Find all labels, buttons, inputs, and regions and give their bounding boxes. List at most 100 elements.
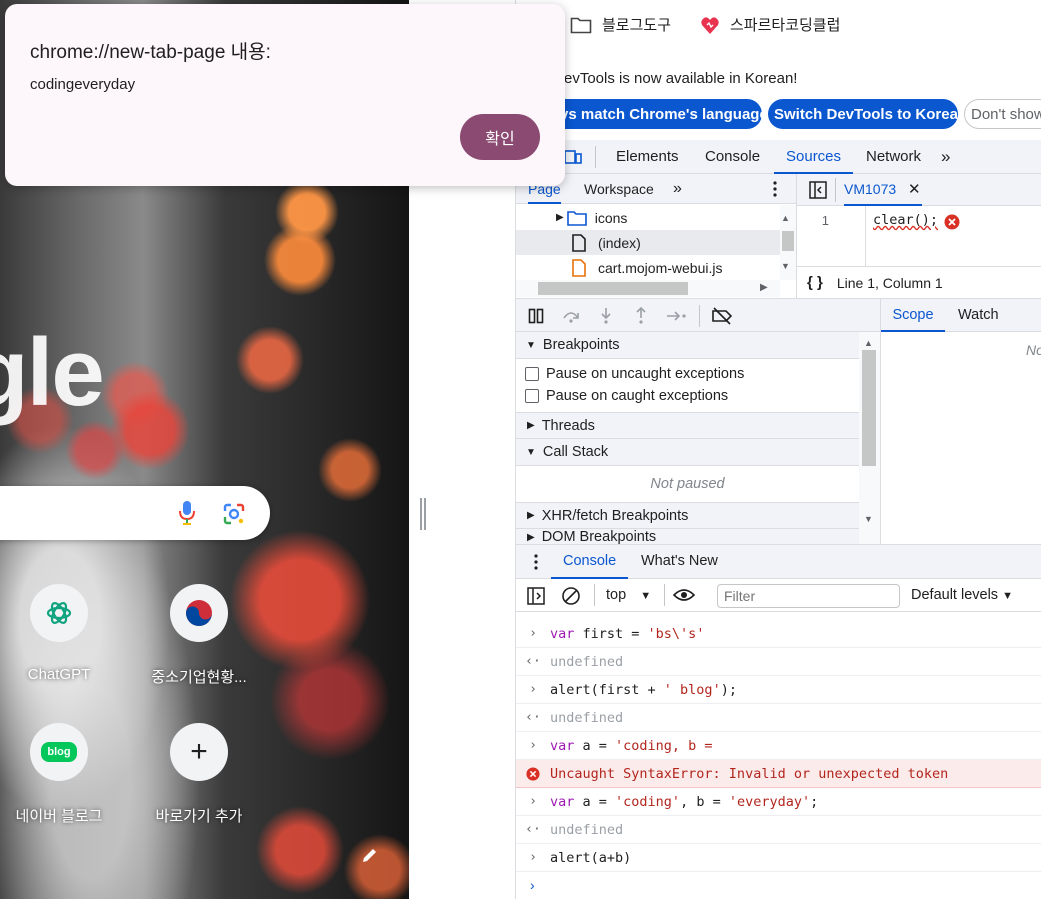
divider [699, 305, 700, 327]
pretty-print-braces-icon[interactable]: { } [807, 274, 823, 291]
customize-pencil-icon[interactable] [360, 845, 380, 865]
console-input-line[interactable]: › alert(a+b) [516, 844, 1041, 872]
shortcut-naver-blog[interactable]: blog [30, 723, 88, 781]
drawer-tab-console[interactable]: Console [551, 545, 629, 579]
console-text: var a = 'coding', b = 'everyday'; [550, 794, 818, 810]
tab-watch[interactable]: Watch [958, 299, 999, 331]
add-shortcut-button[interactable]: + [170, 723, 228, 781]
console-text: undefined [550, 653, 624, 670]
pause-caught-option[interactable]: Pause on caught exceptions [516, 385, 859, 407]
more-tabs-chevron-icon[interactable]: » [941, 140, 950, 174]
drawer-tabbar: Console What's New [516, 544, 1041, 579]
console-input-line[interactable]: › var a = 'coding', b = 'everyday'; [516, 788, 1041, 816]
drawer-tab-whats-new[interactable]: What's New [641, 545, 718, 578]
editor-statusbar: { } Line 1, Column 1 [797, 266, 1041, 298]
console-result-line[interactable]: ‹· undefined [516, 816, 1041, 844]
step-over-icon[interactable] [562, 308, 580, 324]
device-toolbar-icon[interactable] [564, 148, 582, 166]
console-text: undefined [550, 709, 624, 726]
bookmark-sparta[interactable]: 스파르타코딩클럽 [700, 14, 840, 35]
checkbox[interactable] [525, 389, 539, 403]
shortcut-chatgpt[interactable] [30, 584, 88, 642]
console-result-line[interactable]: ‹· undefined [516, 704, 1041, 732]
console-prompt-chevron-icon[interactable]: › [530, 877, 535, 893]
tree-item-label: icons [594, 209, 628, 226]
kebab-menu-icon[interactable] [772, 180, 778, 198]
tree-item-file[interactable]: (index) [516, 230, 780, 255]
shortcut-label: ChatGPT [27, 666, 91, 683]
code-token: first = [574, 625, 648, 642]
chevron-right-icon: ▶ [527, 532, 535, 543]
section-breakpoints[interactable]: ▼ Breakpoints [516, 332, 859, 359]
console-text: var first = 'bs\'s' [550, 626, 704, 642]
devtools-tabbar: Elements Console Sources Network » [516, 140, 1041, 174]
bookmark-folder[interactable]: 블로그도구 [570, 14, 671, 35]
clear-console-icon[interactable] [561, 586, 581, 606]
tab-console[interactable]: Console [705, 140, 760, 174]
switch-to-korean-button[interactable]: Switch DevTools to Korean [768, 99, 967, 129]
ok-button[interactable]: 확인 [460, 114, 540, 160]
console-input-line[interactable]: › alert(first + ' blog'); [516, 676, 1041, 704]
google-lens-icon[interactable] [222, 502, 246, 526]
shortcut-korea[interactable] [170, 584, 228, 642]
toggle-navigator-icon[interactable] [809, 181, 827, 199]
code-line[interactable]: clear(); [873, 212, 938, 228]
log-levels-dropdown[interactable]: Default levels ▼ [911, 579, 1013, 613]
kebab-menu-icon[interactable] [533, 553, 539, 571]
console-input-line[interactable]: › var first = 'bs\'s' [516, 620, 1041, 648]
tab-sources[interactable]: Sources [774, 140, 854, 174]
tree-item-folder[interactable]: ▶ icons [516, 205, 780, 230]
code-token: alert(a+b) [550, 849, 632, 866]
navigator-tab-workspace[interactable]: Workspace [584, 174, 654, 204]
gutter-divider [865, 206, 866, 266]
deactivate-breakpoints-icon[interactable] [711, 307, 733, 325]
step-into-icon[interactable] [600, 307, 612, 325]
match-language-button[interactable]: ys match Chrome's language [554, 99, 768, 129]
dialog-title: chrome://new-tab-page 내용: [30, 42, 271, 63]
folder-icon [566, 210, 587, 226]
result-arrow-icon: ‹· [525, 654, 541, 669]
section-dom-breakpoints[interactable]: ▶ DOM Breakpoints [516, 529, 859, 544]
context-selector[interactable]: top ▼ [606, 579, 651, 613]
divider [880, 332, 881, 544]
tab-scope[interactable]: Scope [881, 299, 945, 332]
chevron-down-icon: ▼ [526, 446, 536, 458]
step-icon[interactable] [666, 308, 688, 324]
code-token: ); [720, 681, 737, 698]
pause-uncaught-option[interactable]: Pause on uncaught exceptions [516, 363, 859, 385]
tree-hscrollbar[interactable]: ▶ [516, 280, 780, 297]
console-text: Uncaught SyntaxError: Invalid or unexpec… [550, 765, 949, 782]
tree-item-js[interactable]: cart.mojom-webui.js [516, 255, 780, 280]
microphone-icon[interactable] [178, 500, 196, 526]
scope-tabbar: Scope Watch [880, 298, 1041, 332]
checkbox[interactable] [525, 367, 539, 381]
input-chevron-icon: › [529, 794, 537, 809]
dont-show-button[interactable]: Don't show [964, 99, 1041, 129]
line-number: 1 [821, 213, 829, 228]
call-stack-status: Not paused [650, 476, 725, 492]
sidebar-scrollbar[interactable]: ▲ ▼ [859, 332, 880, 544]
console-result-line[interactable]: ‹· undefined [516, 648, 1041, 676]
pause-icon[interactable] [528, 308, 544, 324]
console-error-line[interactable]: Uncaught SyntaxError: Invalid or unexpec… [516, 760, 1041, 788]
more-navigator-tabs-chevron-icon[interactable]: » [673, 174, 682, 204]
show-sidebar-icon[interactable] [527, 587, 545, 605]
tab-elements[interactable]: Elements [616, 140, 679, 174]
js-file-icon [572, 258, 586, 277]
shortcut-label: 바로가기 추가 [155, 808, 243, 825]
bookmark-label: 스파르타코딩클럽 [730, 17, 841, 34]
console-input-line[interactable]: › var a = 'coding, b = [516, 732, 1041, 760]
tab-network[interactable]: Network [866, 140, 921, 174]
close-icon[interactable]: ✕ [908, 174, 921, 205]
chevron-right-icon: ▶ [556, 212, 564, 223]
eye-icon[interactable] [673, 588, 695, 602]
section-threads[interactable]: ▶ Threads [516, 412, 859, 439]
code-token: ; [810, 793, 819, 810]
section-call-stack[interactable]: ▼ Call Stack [516, 439, 859, 466]
tree-scrollbar[interactable]: ▲ ▼ [780, 205, 796, 280]
section-xhr-breakpoints[interactable]: ▶ XHR/fetch Breakpoints [516, 502, 859, 529]
step-out-icon[interactable] [635, 307, 647, 325]
console-filter-input[interactable] [717, 584, 900, 608]
resize-handle[interactable] [420, 498, 426, 530]
google-logo: gle [0, 319, 105, 426]
